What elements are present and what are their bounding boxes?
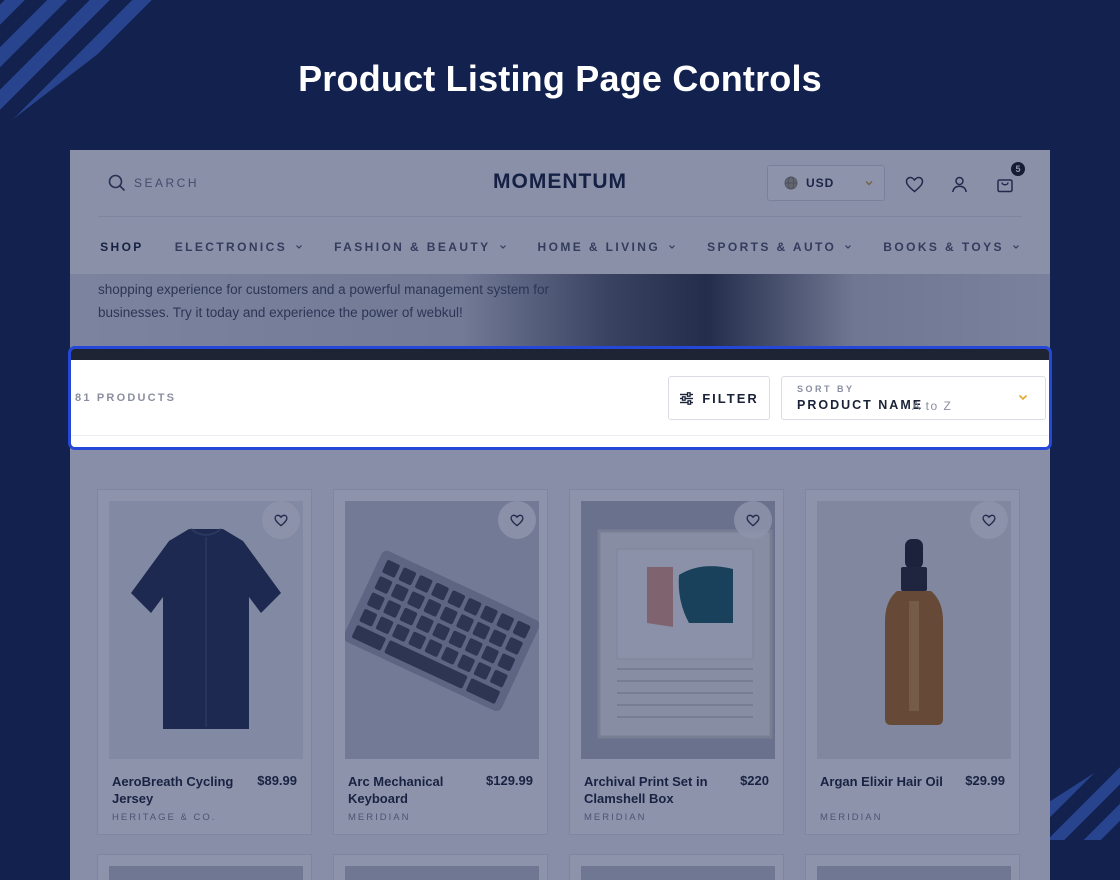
wishlist-button[interactable] [904,174,924,194]
filter-label: FILTER [702,390,759,406]
product-brand: MERIDIAN [820,812,883,823]
filter-button[interactable]: FILTER [668,376,770,420]
chevron-down-icon [845,245,852,249]
heart-icon [982,514,996,527]
keyboard-image [345,501,539,759]
chevron-down-icon [1012,245,1019,249]
cart-count-badge: 5 [1011,162,1025,176]
product-card[interactable]: Archival Print Set in Clamshell Box $220… [569,489,784,835]
heart-icon [905,176,923,192]
print-set-image [581,501,775,759]
product-brand: HERITAGE & CO. [112,812,217,823]
chevron-down-icon [296,245,303,249]
wishlist-toggle[interactable] [970,501,1008,539]
nav-item-shop[interactable]: SHOP [100,240,144,254]
product-price: $89.99 [257,773,297,788]
chevron-down-icon [669,245,676,249]
product-count: 81 PRODUCTS [75,392,177,404]
hair-oil-image [817,501,1011,759]
sort-order: A to Z [912,399,953,413]
jersey-image [109,501,303,759]
heart-icon [746,514,760,527]
product-card-partial[interactable] [805,854,1020,880]
product-card-partial[interactable] [333,854,548,880]
page-title: Product Listing Page Controls [298,58,822,99]
product-brand: MERIDIAN [348,812,411,823]
product-image-jersey[interactable] [109,501,303,759]
product-price: $29.99 [965,773,1005,788]
product-card-partial[interactable] [569,854,784,880]
sort-by-label: SORT BY [797,384,855,394]
wishlist-toggle[interactable] [734,501,772,539]
main-nav: SHOP ELECTRONICS FASHION & BEAUTY HOME &… [70,240,1050,254]
globe-icon [784,176,798,190]
heart-icon [510,514,524,527]
product-card[interactable]: Argan Elixir Hair Oil $29.99 MERIDIAN [805,489,1020,835]
nav-item-fashion-beauty[interactable]: FASHION & BEAUTY [334,240,506,254]
product-image-hair-oil[interactable] [817,501,1011,759]
chevron-down-icon [865,181,873,186]
chevron-down-icon [499,245,506,249]
product-name[interactable]: Archival Print Set in Clamshell Box [584,773,714,807]
sort-by-select[interactable]: SORT BY PRODUCT NAME A to Z [781,376,1046,420]
storefront-screenshot: SEARCH MOMENTUM USD 5 SHOP ELECTRONICS F… [70,150,1050,880]
product-image-print-set[interactable] [581,501,775,759]
currency-label: USD [806,176,835,190]
wishlist-toggle[interactable] [498,501,536,539]
product-name[interactable]: Arc Mechanical Keyboard [348,773,478,807]
product-card-partial[interactable] [97,854,312,880]
store-header: SEARCH MOMENTUM USD 5 SHOP ELECTRONICS F… [70,150,1050,274]
product-card[interactable]: Arc Mechanical Keyboard $129.99 MERIDIAN [333,489,548,835]
sort-value: PRODUCT NAME [797,398,924,412]
account-button[interactable] [949,174,969,194]
sliders-icon [680,391,694,405]
product-name[interactable]: AeroBreath Cycling Jersey [112,773,242,807]
cart-button[interactable] [995,174,1015,194]
product-image-keyboard[interactable] [345,501,539,759]
nav-item-books-toys[interactable]: BOOKS & TOYS [883,240,1020,254]
heart-icon [274,514,288,527]
product-card[interactable]: AeroBreath Cycling Jersey $89.99 HERITAG… [97,489,312,835]
banner-text: shopping experience for customers and a … [98,282,549,320]
header-divider [98,216,1022,217]
product-price: $129.99 [486,773,533,788]
nav-item-sports-auto[interactable]: SPORTS & AUTO [707,240,852,254]
product-listing-toolbar: 81 PRODUCTS FILTER SORT BY PRODUCT NAME … [68,346,1052,450]
product-brand: MERIDIAN [584,812,647,823]
nav-item-electronics[interactable]: ELECTRONICS [175,240,303,254]
product-price: $220 [740,773,769,788]
nav-item-home-living[interactable]: HOME & LIVING [538,240,677,254]
currency-selector[interactable]: USD [767,165,885,201]
store-logo[interactable]: MOMENTUM [70,170,1050,194]
product-name[interactable]: Argan Elixir Hair Oil [820,773,950,790]
shopping-bag-icon [997,179,1013,193]
chevron-down-icon [1018,394,1028,401]
user-icon [951,176,967,192]
wishlist-toggle[interactable] [262,501,300,539]
